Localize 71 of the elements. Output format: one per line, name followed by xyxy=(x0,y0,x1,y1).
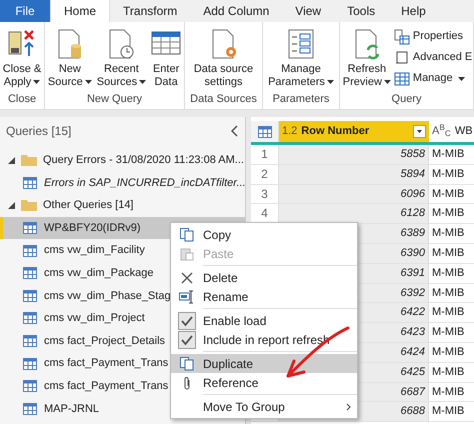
expand-triangle-icon[interactable] xyxy=(8,156,15,164)
caret-icon xyxy=(326,80,334,84)
table-icon xyxy=(23,222,37,234)
table-cell: 6128 xyxy=(279,204,429,224)
checkbox[interactable] xyxy=(178,312,196,330)
ribbon-button[interactable]: Refresh Preview xyxy=(340,28,393,91)
ribbon-button[interactable]: Data source settings xyxy=(192,28,256,91)
group-label: Parameters xyxy=(272,92,330,107)
table-icon xyxy=(23,267,37,280)
table-cell: 5858 xyxy=(279,145,429,164)
caret-icon xyxy=(384,80,391,84)
ribbon-button[interactable]: Advanced E xyxy=(394,49,472,66)
checkbox[interactable] xyxy=(178,330,196,348)
copy-icon xyxy=(180,228,194,242)
table-cell: 6096 xyxy=(279,184,429,204)
ribbon-button[interactable]: Recent Sources xyxy=(94,28,148,91)
parameters-icon xyxy=(286,28,316,60)
table-icon xyxy=(23,380,37,392)
group-label: Close xyxy=(6,92,38,107)
table-icon xyxy=(23,402,37,415)
ribbon-button[interactable]: Manage Parameters xyxy=(266,28,336,91)
paste-icon xyxy=(180,246,194,260)
row-number: 4 xyxy=(261,206,268,220)
pane-title: Queries [15] xyxy=(6,123,72,140)
table-icon xyxy=(258,126,272,138)
close-icon xyxy=(181,272,193,284)
group-label: Data Sources xyxy=(189,92,258,107)
ribbon-button[interactable]: Manage xyxy=(394,70,472,87)
group-label: New Query xyxy=(86,92,144,107)
row-number: 2 xyxy=(261,166,268,181)
ribbon-tab[interactable]: Transform xyxy=(110,0,190,22)
ribbon-button[interactable]: Enter Data xyxy=(149,28,184,91)
expand-triangle-icon[interactable] xyxy=(8,202,15,209)
ribbon-tab[interactable]: Home xyxy=(50,0,110,22)
ribbon-button[interactable]: New Source xyxy=(46,28,94,91)
table-icon xyxy=(23,244,37,257)
folder-label[interactable]: Other Queries [14] xyxy=(43,197,134,214)
ribbon-tab[interactable]: View xyxy=(282,0,334,22)
ribbon-tab[interactable]: File xyxy=(0,0,50,22)
group-label: Query xyxy=(390,92,422,107)
table-icon xyxy=(23,290,37,302)
row-number: 1 xyxy=(261,147,268,161)
ribbon-button[interactable]: Close & Apply xyxy=(0,28,44,91)
paperclip-icon xyxy=(183,376,191,390)
folder-label[interactable]: Query Errors - 31/08/2020 11:23:08 AM... xyxy=(43,152,244,169)
column-header[interactable]: 1.2 Row Number xyxy=(279,121,429,142)
table-icon xyxy=(23,358,37,370)
table-icon xyxy=(23,312,37,324)
ribbon-tab[interactable]: Add Column xyxy=(190,0,282,22)
table-cell: 5894 xyxy=(279,164,429,184)
folder-icon xyxy=(21,199,37,212)
caret-icon xyxy=(458,76,465,80)
copy-icon xyxy=(180,356,194,370)
folder-icon xyxy=(21,154,37,166)
ribbon-button[interactable]: Properties xyxy=(394,28,472,45)
table-icon xyxy=(23,176,37,189)
table-icon xyxy=(23,335,37,348)
ribbon-tab[interactable]: Tools xyxy=(334,0,388,22)
collapse-icon[interactable] xyxy=(231,125,239,137)
caret-icon xyxy=(84,80,92,84)
caret-icon xyxy=(33,80,40,84)
properties-icon xyxy=(394,28,410,44)
query-item[interactable]: Errors in SAP_INCURRED_incDATfilter... xyxy=(0,172,245,194)
rename-icon xyxy=(179,290,195,304)
caret-icon xyxy=(139,80,146,84)
dropdown-icon[interactable] xyxy=(413,125,426,138)
ribbon-tab[interactable]: Help xyxy=(388,0,439,22)
table-icon xyxy=(394,70,410,86)
row-number: 3 xyxy=(261,186,268,201)
menu-item[interactable]: Duplicate xyxy=(171,354,357,373)
table-menu-button[interactable] xyxy=(251,121,279,142)
